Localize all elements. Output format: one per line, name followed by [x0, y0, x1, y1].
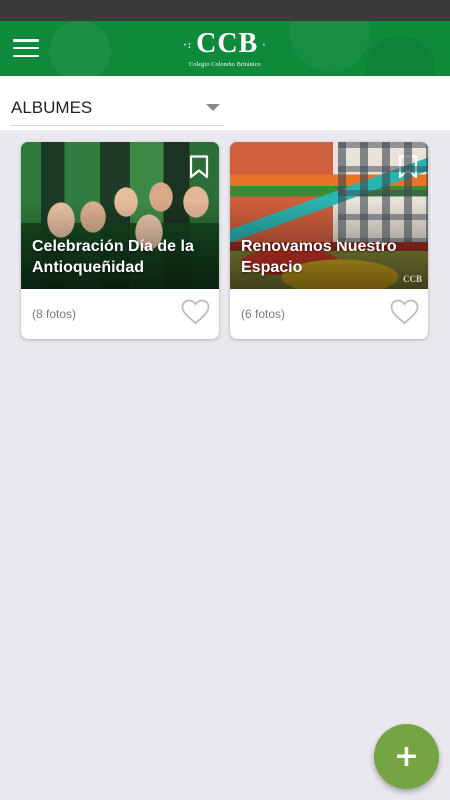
bookmark-icon[interactable] — [398, 155, 418, 179]
hamburger-menu-icon[interactable] — [12, 36, 40, 60]
album-photo-count: (8 fotos) — [32, 307, 77, 321]
heart-icon[interactable] — [181, 299, 210, 325]
album-type-dropdown[interactable]: ALBUMES — [10, 94, 224, 126]
album-cover-image: Celebración Día de la Antioqueñidad — [21, 142, 219, 289]
album-card[interactable]: Celebración Día de la Antioqueñidad (8 f… — [21, 142, 219, 339]
album-photo-count: (6 fotos) — [241, 307, 286, 321]
logo-dots-right: · — [262, 39, 267, 51]
bookmark-icon[interactable] — [189, 155, 209, 179]
status-bar — [0, 0, 450, 21]
logo-dots-left: ·: — [183, 39, 193, 51]
filter-bar: ALBUMES — [0, 76, 450, 130]
album-title: Celebración Día de la Antioqueñidad — [32, 238, 194, 276]
logo-text: CCB — [196, 28, 259, 59]
app-bar: ·: CCB · Colegio Colombo Británico — [0, 21, 450, 76]
add-button[interactable]: + — [374, 724, 439, 789]
heart-icon[interactable] — [390, 299, 419, 325]
dropdown-selected-value: ALBUMES — [11, 98, 93, 117]
dropdown-caret-icon — [206, 104, 220, 111]
plus-icon: + — [393, 738, 420, 774]
app-logo: ·: CCB · Colegio Colombo Británico — [179, 30, 270, 69]
album-title: Renovamos Nuestro Espacio — [241, 238, 397, 276]
ccb-watermark: CCB — [402, 274, 422, 284]
album-cover-image: Renovamos Nuestro Espacio CCB — [230, 142, 428, 289]
logo-subtitle: Colegio Colombo Británico — [189, 61, 261, 68]
album-card[interactable]: Renovamos Nuestro Espacio CCB (6 fotos) — [230, 142, 428, 339]
